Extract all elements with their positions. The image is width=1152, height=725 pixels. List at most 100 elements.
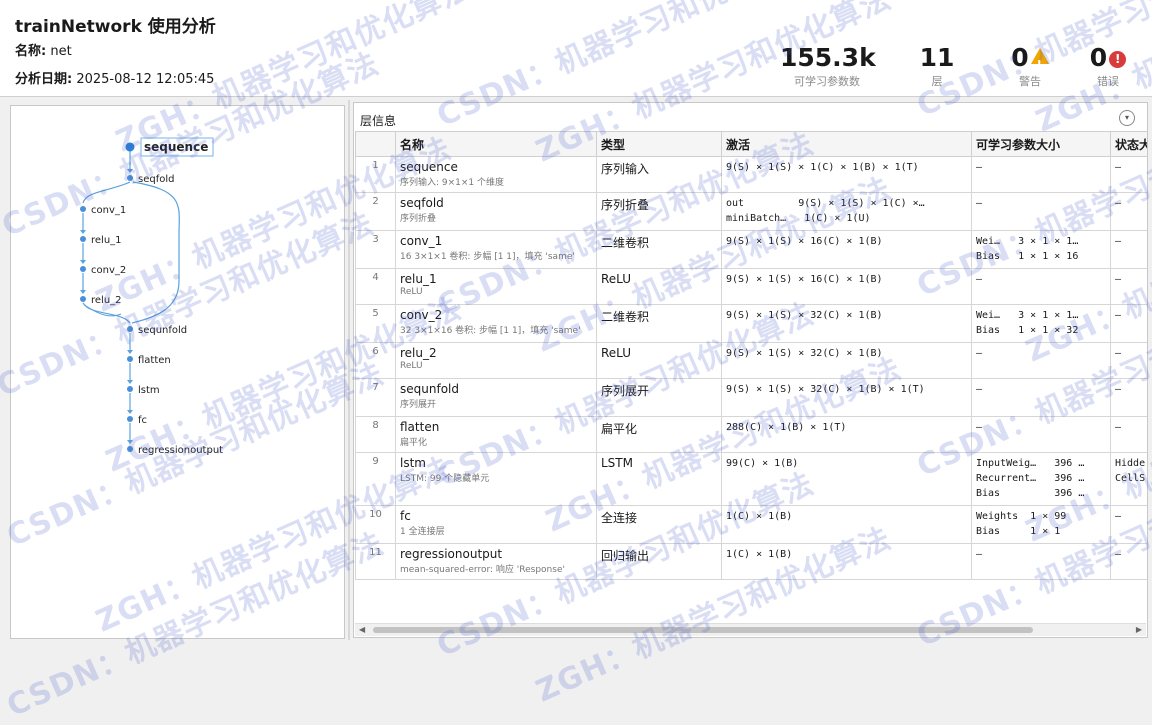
act-line: 9(S) × 1(S) × 32(C) × 1(B) [726,348,883,359]
col-index-header[interactable] [355,131,396,157]
state-cell: – [1110,192,1147,231]
act-line: miniBatch… 1(C) × 1(U) [726,213,871,224]
graph-node-dot-seqfold [127,175,133,181]
graph-node-dot-regressionoutput [127,446,133,452]
network-graph[interactable]: sequence seqfold conv_1 relu_1 conv_2 relu_2s… [11,106,344,638]
layer-row-sequnfold[interactable]: 7 sequnfold 序列展开 序列展开 9(S) × 1(S) × 32(C) × … [355,378,1147,417]
act-line: 9(S) × 1(S) × 1(C) × 1(B) × 1(T) [726,162,919,173]
layer-name-cell: relu_2 ReLU [395,342,597,379]
act-line: 9(S) × 1(S) × 32(C) × 1(B) × 1(T) [726,384,925,395]
graph-node-relu_2[interactable]: relu_2 [91,295,122,306]
layer-row-lstm[interactable]: 9 lstm LSTM: 99 个隐藏单元 LSTM 99(C) × 1(B) Input… [355,452,1147,506]
layer-row-flatten[interactable]: 8 flatten 扁平化 扁平化 288(C) × 1(B) × 1(T) – – [355,416,1147,453]
activation-cell: 288(C) × 1(B) × 1(T) [721,416,972,453]
layer-row-relu_1[interactable]: 4 relu_1 ReLU ReLU 9(S) × 1(S) × 16(C) × 1(B… [355,268,1147,305]
layer-name: relu_2 [400,346,437,360]
layer-description: 序列折叠 [400,214,437,224]
learn-line: Bias 1 × 1 × 32 [976,325,1079,336]
layer-row-regressionoutput[interactable]: 11 regressionoutput mean-squared-error: 响应… [355,543,1147,580]
graph-node-conv_1[interactable]: conv_1 [91,205,126,216]
layer-row-conv_1[interactable]: 3 conv_1 16 3×1×1 卷积: 步幅 [1 1]，填充 'same' 二维… [355,230,1147,269]
scroll-right-icon[interactable]: ▶ [1136,625,1142,634]
col-state-header[interactable]: 状态大小 [1110,131,1147,157]
learnable-cell: – [971,268,1111,305]
state-line: – [1115,310,1122,321]
edge-relu2-aux [85,305,122,317]
col-activation-header[interactable]: 激活 [721,131,972,157]
layer-row-relu_2[interactable]: 6 relu_2 ReLU ReLU 9(S) × 1(S) × 32(C) × 1(B… [355,342,1147,379]
learnable-cell: – [971,543,1111,580]
layer-description: ReLU [400,287,423,297]
learn-line: – [976,198,983,209]
errors-stat: 0! 错误 [1078,44,1138,89]
edge-sequence-seqfold-arrow [127,169,133,173]
activation-cell: 1(C) × 1(B) [721,505,972,544]
scroll-left-icon[interactable]: ◀ [359,625,365,634]
learnable-cell: – [971,378,1111,417]
layer-name-cell: fc 1 全连接层 [395,505,597,544]
row-index: 7 [355,378,396,417]
act-line: 9(S) × 1(S) × 16(C) × 1(B) [726,274,883,285]
collapse-toggle-icon[interactable]: ▾ [1119,110,1135,126]
learn-line: – [976,348,983,359]
layer-name-cell: conv_1 16 3×1×1 卷积: 步幅 [1 1]，填充 'same' [395,230,597,269]
graph-node-sequence[interactable]: sequence [144,140,208,154]
act-line: out 9(S) × 1(S) × 1(C) ×… [726,198,925,209]
layer-name: regressionoutput [400,547,503,561]
edge-sequnfold-flatten-arrow [127,350,133,354]
pane-splitter[interactable] [348,100,350,640]
horizontal-scrollbar[interactable]: ◀ ▶ [355,623,1146,636]
col-learnable-header[interactable]: 可学习参数大小 [971,131,1111,157]
graph-node-dot-conv_2 [80,266,86,272]
graph-node-dot-fc [127,416,133,422]
network-graph-pane[interactable]: sequence seqfold conv_1 relu_1 conv_2 relu_2s… [10,105,345,639]
edge-seqfold-sequnfold [131,181,180,324]
graph-node-dot-relu_1 [80,236,86,242]
network-name: 名称: net [15,44,72,59]
activation-cell: 9(S) × 1(S) × 32(C) × 1(B) [721,304,972,343]
graph-node-lstm[interactable]: lstm [138,385,160,396]
layer-description: ReLU [400,361,423,371]
graph-node-relu_1[interactable]: relu_1 [91,235,122,246]
layer-name: seqfold [400,196,444,210]
act-line: 1(C) × 1(B) [726,549,793,560]
graph-node-conv_2[interactable]: conv_2 [91,265,126,276]
layer-row-fc[interactable]: 10 fc 1 全连接层 全连接 1(C) × 1(B) Weights 1 × 99 Bi… [355,505,1147,544]
layer-type: 扁平化 [596,416,722,453]
row-index: 5 [355,304,396,343]
activation-cell: 9(S) × 1(S) × 32(C) × 1(B) [721,342,972,379]
col-name-header[interactable]: 名称 [395,131,597,157]
layer-description: 16 3×1×1 卷积: 步幅 [1 1]，填充 'same' [400,252,575,262]
edge-relu2-conv2-arrow [80,290,86,294]
layer-row-sequence[interactable]: 1 sequence 序列输入: 9×1×1 个维度 序列输入 9(S) × 1(S) … [355,156,1147,193]
state-line: – [1115,348,1122,359]
table-header-row: 名称 类型 激活 可学习参数大小 状态大小 [355,131,1147,157]
act-line: 9(S) × 1(S) × 16(C) × 1(B) [726,236,883,247]
graph-node-regressionoutput[interactable]: regressionoutput [138,445,223,456]
layer-row-seqfold[interactable]: 2 seqfold 序列折叠 序列折叠 out 9(S) × 1(S) × 1(C) ×… [355,192,1147,231]
layer-row-conv_2[interactable]: 5 conv_2 32 3×1×16 卷积: 步幅 [1 1]，填充 'same' 二… [355,304,1147,343]
graph-node-seqfold[interactable]: seqfold [138,174,174,185]
learn-line: – [976,549,983,560]
layer-type: ReLU [596,342,722,379]
graph-node-fc[interactable]: fc [138,415,147,426]
col-type-header[interactable]: 类型 [596,131,722,157]
learnable-cell: – [971,156,1111,193]
layer-type: 序列输入 [596,156,722,193]
layer-name: fc [400,509,411,523]
graph-node-sequnfold[interactable]: sequnfold [138,325,187,336]
learnable-cell: – [971,416,1111,453]
graph-node-flatten[interactable]: flatten [138,355,171,366]
graph-node-dot-relu_2 [80,296,86,302]
scrollbar-thumb[interactable] [373,627,1033,633]
row-index: 4 [355,268,396,305]
layer-name: flatten [400,420,440,434]
layer-table: 名称 类型 激活 可学习参数大小 状态大小 1 sequence 序列输入: 9×1… [355,131,1147,580]
state-line: – [1115,236,1122,247]
learn-line: Bias 1 × 1 [976,526,1061,537]
state-cell: – [1110,230,1147,269]
learnable-cell: – [971,342,1111,379]
learn-line: – [976,422,983,433]
state-line: CellS [1115,473,1146,484]
warnings-stat: 0! 警告 [1000,44,1060,89]
